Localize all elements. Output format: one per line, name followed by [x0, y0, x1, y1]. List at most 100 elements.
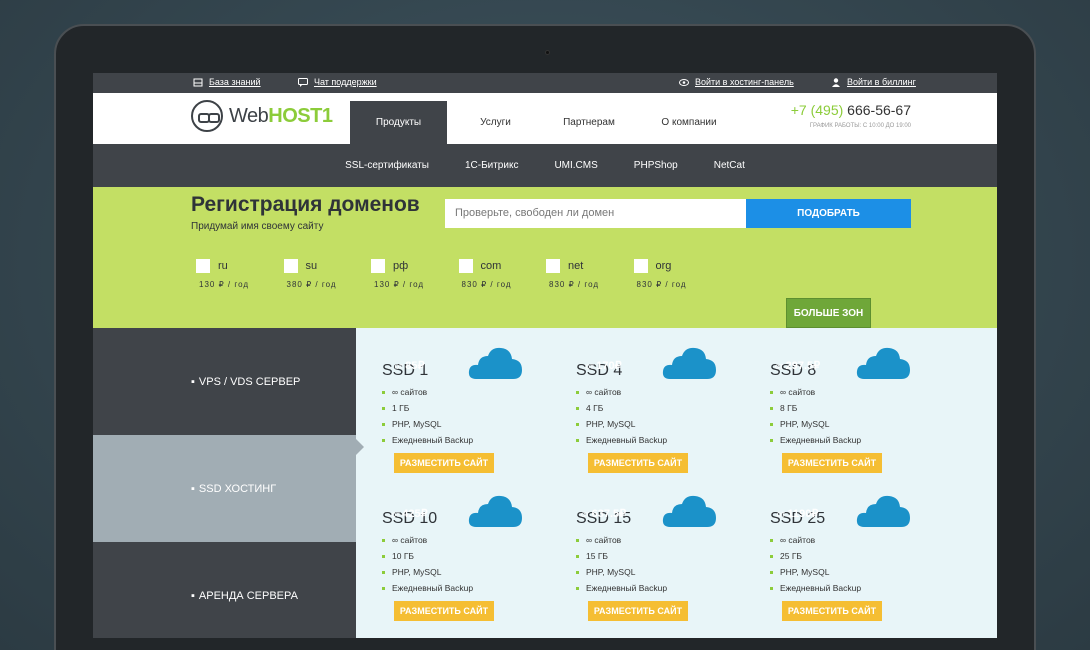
- price-value: 1190: [787, 508, 812, 520]
- subnav-phpshop[interactable]: PHPShop: [616, 160, 696, 171]
- feature-text: PHP, MySQL: [780, 567, 830, 577]
- plan-card: от 297.5₽ SSD 8 ∞ сайтов 8 ГБ PHP, MySQL…: [770, 346, 964, 494]
- feature-backup: Ежедневный Backup: [576, 432, 770, 448]
- logo-web: Web: [229, 104, 269, 127]
- bullet-icon: [576, 390, 579, 394]
- subnav-bitrix[interactable]: 1С-Битрикс: [447, 160, 536, 171]
- category-ssd-hosting[interactable]: ▪ SSD ХОСТИНГ: [93, 435, 364, 542]
- bullet-icon: ▪: [191, 482, 195, 495]
- hosting-panel-link[interactable]: Войти в хостинг-панель: [679, 77, 794, 87]
- feature-disk: 4 ГБ: [576, 400, 770, 416]
- price-prefix: от: [774, 361, 786, 371]
- zone-price: 130 ₽ / год: [199, 280, 250, 289]
- feature-stack: PHP, MySQL: [576, 416, 770, 432]
- zone-checkbox[interactable]: [196, 259, 210, 273]
- plan-features: ∞ сайтов 1 ГБ PHP, MySQL Ежедневный Back…: [382, 384, 576, 448]
- bullet-icon: [382, 422, 385, 426]
- book-icon: [193, 78, 203, 86]
- place-site-button[interactable]: РАЗМЕСТИТЬ САЙТ: [394, 453, 494, 473]
- plan-price: от 425₽: [382, 507, 437, 520]
- feature-backup: Ежедневный Backup: [576, 580, 770, 596]
- plan-features: ∞ сайтов 4 ГБ PHP, MySQL Ежедневный Back…: [576, 384, 770, 448]
- feature-text: Ежедневный Backup: [392, 435, 474, 445]
- zone-price: 830 ₽ / год: [461, 280, 512, 289]
- domain-search-button[interactable]: ПОДОБРАТЬ: [746, 199, 911, 228]
- zone-checkbox[interactable]: [633, 259, 648, 273]
- nav-services[interactable]: Услуги: [447, 101, 544, 144]
- plan-price: от 297.5₽: [770, 359, 825, 372]
- price-value: 297.5: [785, 360, 814, 372]
- domain-section: Регистрация доменов Придумай имя своему …: [93, 187, 997, 328]
- screen: База знаний Чат поддержки Войти в хостин…: [93, 73, 997, 638]
- phone-code: +7 (495): [790, 102, 844, 118]
- feature-sites: ∞ сайтов: [382, 532, 576, 548]
- feature-disk: 25 ГБ: [770, 548, 964, 564]
- nav-partners[interactable]: Партнерам: [544, 101, 634, 144]
- price-currency: ₽: [420, 508, 428, 520]
- feature-sites: ∞ сайтов: [770, 384, 964, 400]
- place-site-button[interactable]: РАЗМЕСТИТЬ САЙТ: [394, 601, 494, 621]
- category-label: VPS / VDS СЕРВЕР: [198, 375, 301, 388]
- knowledge-base-link[interactable]: База знаний: [193, 77, 261, 87]
- cloud-price-icon: [856, 347, 910, 379]
- feature-text: ∞ сайтов: [780, 387, 816, 397]
- work-hours: ГРАФИК РАБОТЫ: С 10:00 ДО 19:00: [809, 123, 911, 129]
- zone-tld: рф: [393, 260, 409, 272]
- category-server-rent[interactable]: ▪ АРЕНДА СЕРВЕРА: [93, 542, 356, 638]
- bullet-icon: [576, 586, 579, 590]
- category-vps[interactable]: ▪ VPS / VDS СЕРВЕР: [93, 328, 356, 435]
- support-chat-link[interactable]: Чат поддержки: [298, 77, 377, 87]
- category-label: АРЕНДА СЕРВЕРА: [198, 589, 298, 602]
- billing-link[interactable]: Войти в биллинг: [831, 77, 916, 87]
- domain-search-input[interactable]: Проверьте, свободен ли домен: [445, 199, 746, 228]
- zone-price: 380 ₽ / год: [286, 280, 337, 289]
- zone-item: ru 130 ₽ / год: [196, 259, 284, 289]
- feature-text: ∞ сайтов: [392, 387, 428, 397]
- nav-products[interactable]: Продукты: [350, 101, 447, 144]
- bullet-icon: [382, 406, 385, 410]
- logo[interactable]: WebHOST1: [191, 100, 333, 132]
- plan-features: ∞ сайтов 8 ГБ PHP, MySQL Ежедневный Back…: [770, 384, 964, 448]
- bullet-icon: [576, 406, 579, 410]
- subnav-umicms[interactable]: UMI.CMS: [536, 160, 615, 171]
- zone-price: 130 ₽ / год: [374, 280, 425, 289]
- place-site-button[interactable]: РАЗМЕСТИТЬ САЙТ: [782, 601, 882, 621]
- feature-stack: PHP, MySQL: [382, 416, 576, 432]
- feature-text: 15 ГБ: [586, 551, 608, 561]
- zone-checkbox[interactable]: [371, 259, 385, 273]
- top-bar: База знаний Чат поддержки Войти в хостин…: [93, 73, 997, 93]
- phone-block: +7 (495) 666-56-67 ГРАФИК РАБОТЫ: С 10:0…: [791, 102, 911, 129]
- phone-number[interactable]: +7 (495) 666-56-67: [791, 102, 911, 118]
- price-currency: ₽: [619, 508, 627, 520]
- bullet-icon: [382, 538, 385, 542]
- eye-icon: [679, 78, 689, 86]
- zone-item: com 830 ₽ / год: [458, 259, 547, 289]
- feature-disk: 1 ГБ: [382, 400, 576, 416]
- place-site-button[interactable]: РАЗМЕСТИТЬ САЙТ: [782, 453, 882, 473]
- place-site-button[interactable]: РАЗМЕСТИТЬ САЙТ: [588, 453, 688, 473]
- place-site-button[interactable]: РАЗМЕСТИТЬ САЙТ: [588, 601, 688, 621]
- feature-text: PHP, MySQL: [392, 419, 442, 429]
- bullet-icon: [576, 570, 579, 574]
- price-value: 425: [402, 508, 421, 520]
- zone-checkbox[interactable]: [458, 259, 473, 273]
- more-zones-button[interactable]: БОЛЬШЕ ЗОН: [786, 298, 871, 328]
- plan-card: от 170₽ SSD 4 ∞ сайтов 4 ГБ PHP, MySQL Е…: [576, 346, 770, 494]
- feature-sites: ∞ сайтов: [770, 532, 964, 548]
- feature-disk: 8 ГБ: [770, 400, 964, 416]
- bullet-icon: [770, 586, 773, 590]
- support-chat-label: Чат поддержки: [314, 77, 377, 87]
- category-label: SSD ХОСТИНГ: [198, 482, 277, 495]
- price-value: 85: [405, 360, 418, 372]
- zone-checkbox[interactable]: [283, 259, 298, 273]
- domain-title: Регистрация доменов: [191, 193, 420, 216]
- hosting-section: ▪ VPS / VDS СЕРВЕР ▪ SSD ХОСТИНГ ▪ АРЕНДА С…: [93, 328, 997, 638]
- zone-tld: org: [655, 260, 672, 272]
- zone-checkbox[interactable]: [546, 259, 560, 273]
- subnav-netcat[interactable]: NetCat: [696, 160, 763, 171]
- nav-about[interactable]: О компании: [634, 101, 744, 144]
- feature-text: Ежедневный Backup: [780, 583, 862, 593]
- feature-backup: Ежедневный Backup: [382, 580, 576, 596]
- subnav-ssl[interactable]: SSL-сертификаты: [327, 160, 447, 171]
- plan-price: от 170₽: [576, 359, 631, 372]
